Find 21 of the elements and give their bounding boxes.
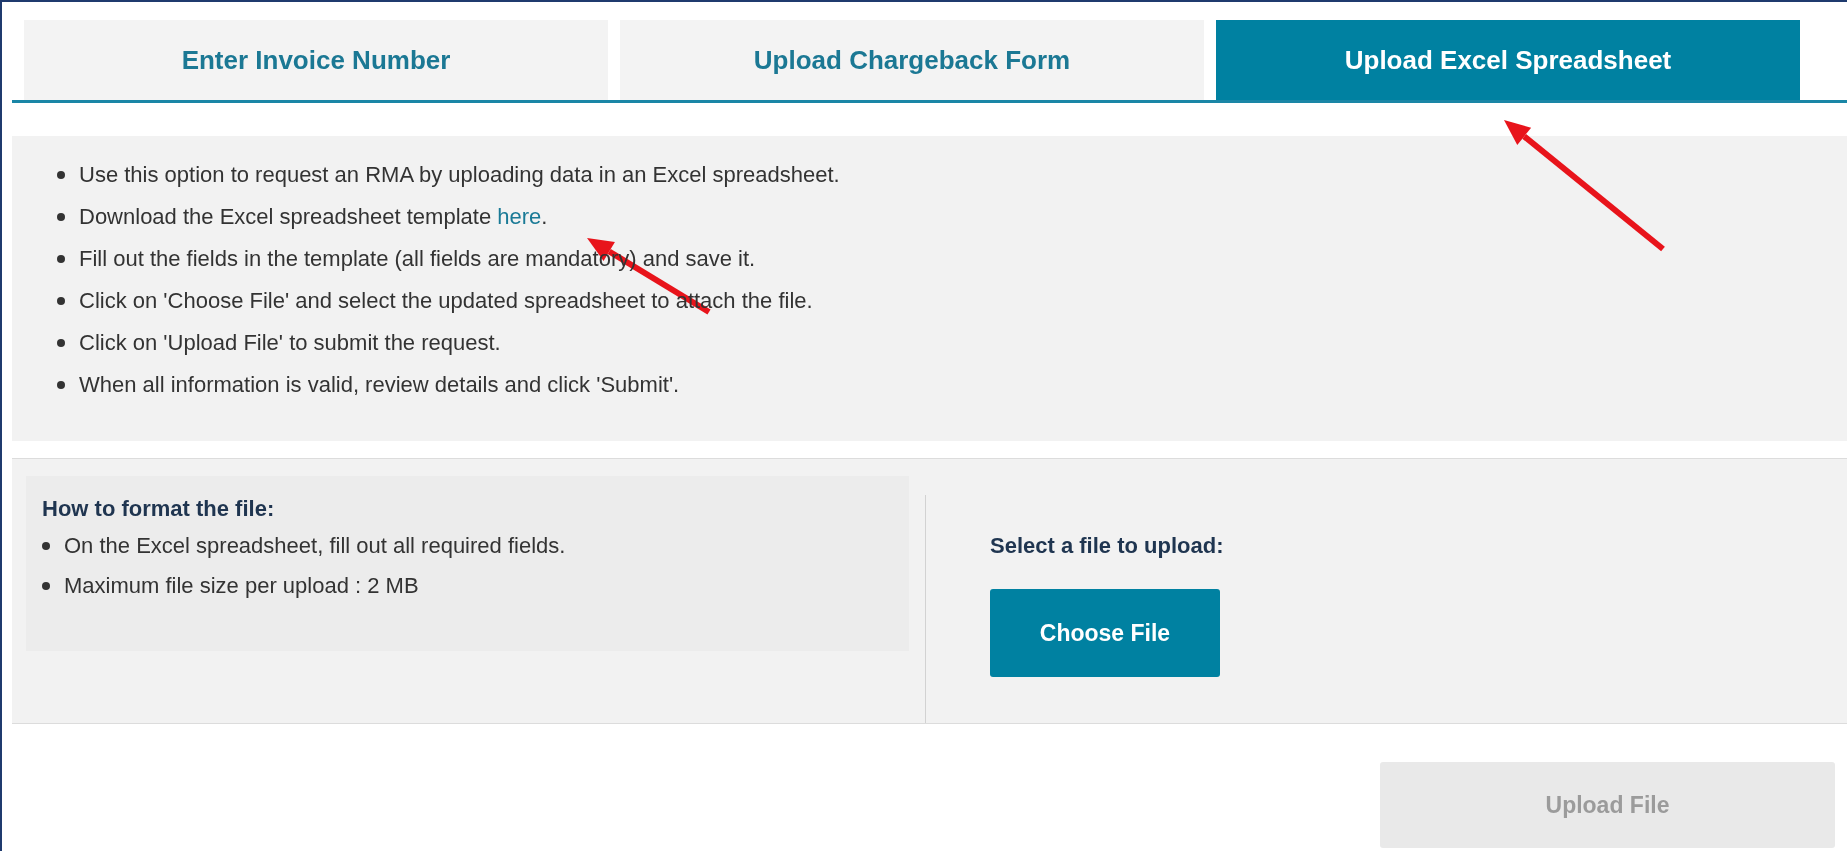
bullet-icon [57, 339, 65, 347]
bullet-icon [57, 255, 65, 263]
bullet-icon [57, 381, 65, 389]
instruction-text: Click on 'Upload File' to submit the request. [79, 330, 501, 356]
choose-file-button[interactable]: Choose File [990, 589, 1220, 677]
format-heading: How to format the file: [42, 496, 276, 522]
tab[interactable]: Upload Excel Spreadsheet [1216, 20, 1800, 100]
format-rule: Maximum file size per upload : 2 MB [64, 573, 419, 599]
bullet-icon [57, 297, 65, 305]
bullet-icon [42, 582, 50, 590]
instruction-text: Use this option to request an RMA by uploading data in an Excel spreadsheet. [79, 162, 840, 188]
download-link[interactable]: here [497, 204, 542, 229]
instruction-text: When all information is valid, review details and click 'Submit'. [79, 372, 680, 398]
tab[interactable]: Enter Invoice Number [24, 20, 608, 100]
upload-label: Select a file to upload: [990, 533, 1224, 559]
bullet-icon [57, 171, 65, 179]
bullet-icon [42, 542, 50, 550]
tab[interactable]: Upload Chargeback Form [620, 20, 1204, 100]
bullet-icon [57, 213, 65, 221]
instruction-text: Download the Excel spreadsheet template here. [79, 204, 548, 230]
format-rule: On the Excel spreadsheet, fill out all required fields. [64, 533, 566, 559]
